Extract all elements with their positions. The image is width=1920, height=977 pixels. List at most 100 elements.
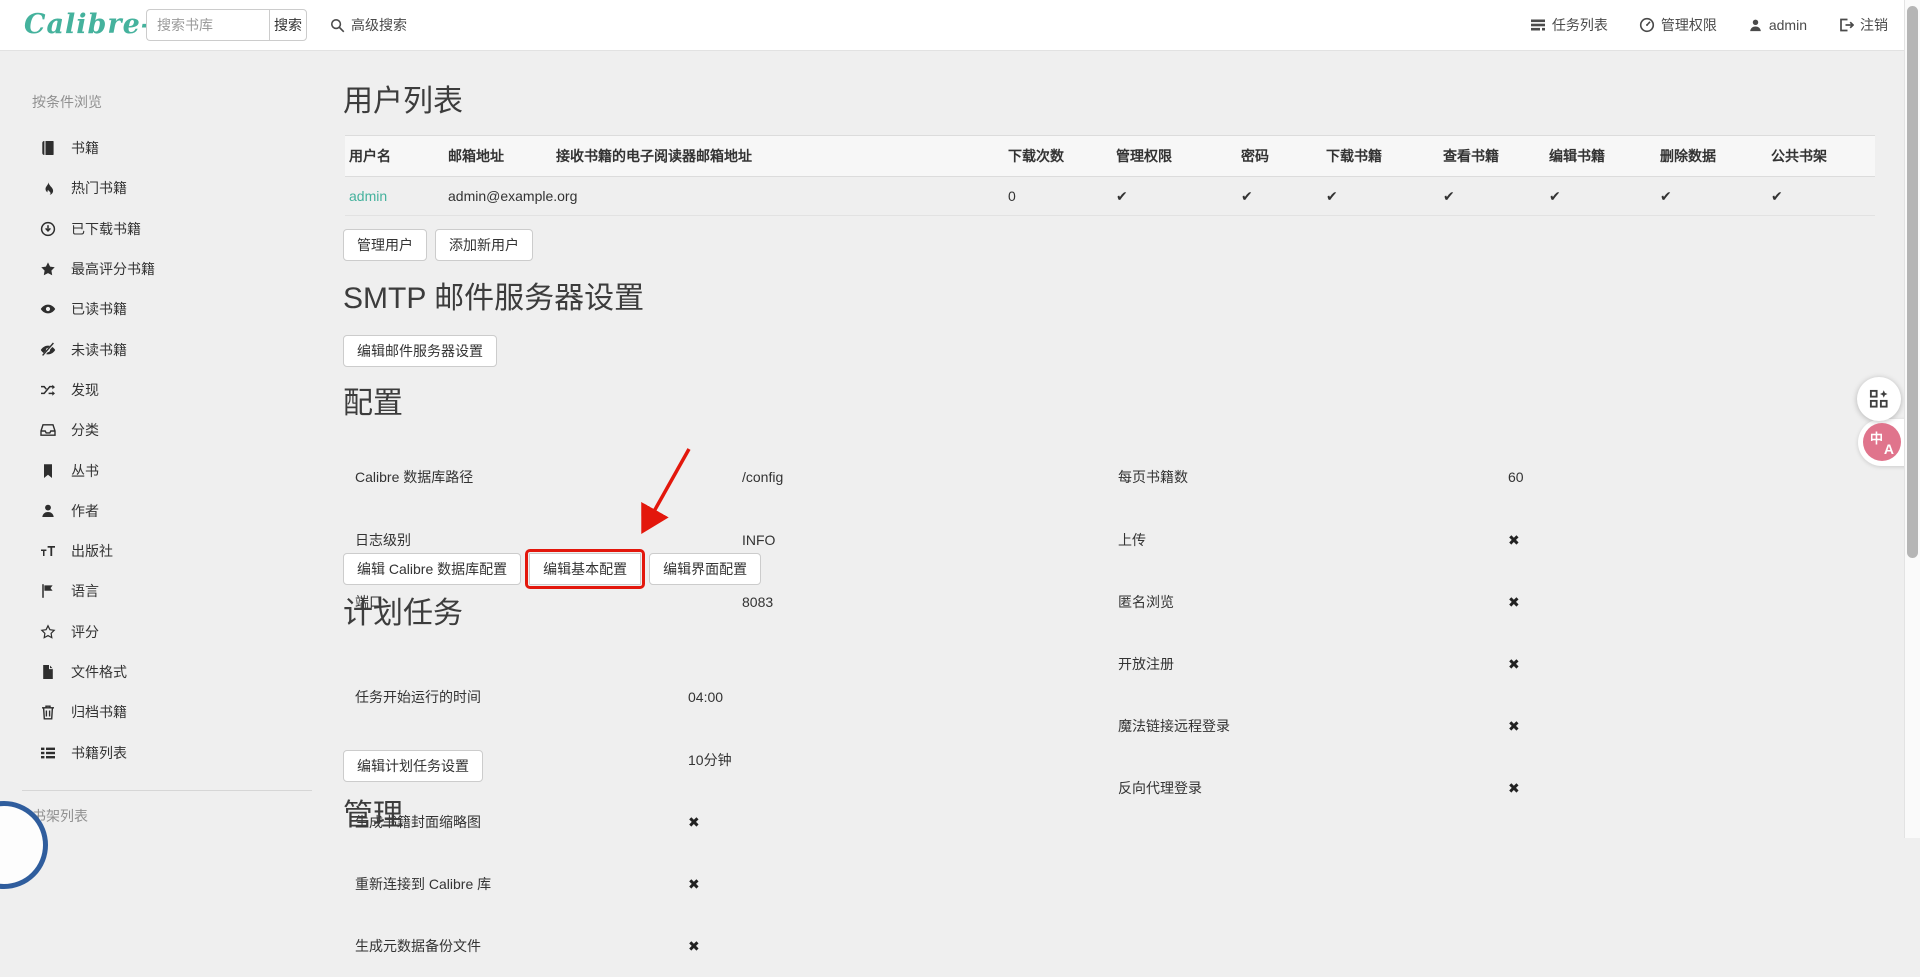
sidebar-item-ratings[interactable]: 评分 [0, 612, 312, 652]
config-right-values: 60 ✖ ✖ ✖ ✖ ✖ [1508, 426, 1524, 819]
sidebar-item-top-rated[interactable]: 最高评分书籍 [0, 249, 312, 289]
eye-icon [40, 301, 56, 317]
cell-downloads: 0 [1004, 177, 1112, 216]
check-public-shelf: ✔ [1767, 177, 1875, 216]
config-title: 配置 [343, 388, 403, 420]
col-downloads: 下载次数 [1004, 136, 1112, 177]
col-username: 用户名 [345, 136, 444, 177]
file-icon [40, 664, 56, 680]
user-link-admin[interactable]: admin [349, 188, 387, 204]
sidebar-item-hot-books[interactable]: 热门书籍 [0, 168, 312, 208]
edit-calibre-db-button[interactable]: 编辑 Calibre 数据库配置 [343, 553, 521, 585]
search-input[interactable] [146, 9, 270, 41]
sidebar-item-book-list[interactable]: 书籍列表 [0, 732, 312, 772]
col-download-books: 下载书籍 [1322, 136, 1439, 177]
edit-schedule-button[interactable]: 编辑计划任务设置 [343, 750, 483, 782]
sidebar-browse-header: 按条件浏览 [32, 92, 102, 112]
schedule-buttons-row: 编辑计划任务设置 [343, 750, 483, 782]
col-kindle-email: 接收书籍的电子阅读器邮箱地址 [552, 136, 1004, 177]
sidebar-item-publishers[interactable]: 出版社 [0, 531, 312, 571]
sidebar-item-authors[interactable]: 作者 [0, 491, 312, 531]
col-public-shelf: 公共书架 [1767, 136, 1875, 177]
advanced-search-link[interactable]: 高级搜索 [330, 0, 407, 50]
translate-button[interactable]: 中 A [1863, 423, 1901, 461]
sidebar-item-archived-books[interactable]: 归档书籍 [0, 692, 312, 732]
user-icon [40, 503, 56, 519]
user-table-header-row: 用户名 邮箱地址 接收书籍的电子阅读器邮箱地址 下载次数 管理权限 密码 下载书… [345, 136, 1875, 177]
sidebar-item-categories[interactable]: 分类 [0, 410, 312, 450]
edit-ui-config-button[interactable]: 编辑界面配置 [649, 553, 761, 585]
fire-icon [40, 180, 56, 196]
eye-slash-icon [40, 342, 56, 358]
sidebar-item-unread-books[interactable]: 未读书籍 [0, 329, 312, 369]
edit-basic-config-button[interactable]: 编辑基本配置 [529, 553, 641, 585]
shuffle-icon [40, 382, 56, 398]
extension-grid-button[interactable] [1857, 377, 1901, 421]
check-admin: ✔ [1112, 177, 1237, 216]
search-icon [330, 18, 345, 33]
smtp-buttons-row: 编辑邮件服务器设置 [343, 335, 497, 367]
cell-email: admin@example.org [444, 177, 552, 216]
flag-icon [40, 583, 56, 599]
gauge-icon [1639, 17, 1655, 33]
col-admin: 管理权限 [1112, 136, 1237, 177]
col-email: 邮箱地址 [444, 136, 552, 177]
sidebar-item-books[interactable]: 书籍 [0, 128, 312, 168]
config-db-path: /config [742, 467, 783, 488]
logout-icon [1838, 17, 1854, 33]
user-icon [1748, 18, 1763, 33]
schedule-title: 计划任务 [343, 598, 463, 630]
config-reverse-proxy: ✖ [1508, 778, 1524, 799]
star-outline-icon [40, 624, 56, 640]
check-password: ✔ [1237, 177, 1322, 216]
config-buttons-row: 编辑 Calibre 数据库配置 编辑基本配置 编辑界面配置 [343, 553, 761, 585]
scrollbar-thumb[interactable] [1907, 6, 1918, 558]
user-list-title: 用户列表 [343, 86, 463, 118]
current-user-link[interactable]: admin [1748, 17, 1807, 33]
scrollbar-track [1904, 0, 1920, 838]
navbar-right: 任务列表 管理权限 admin 注销 [1530, 0, 1888, 50]
user-table: 用户名 邮箱地址 接收书籍的电子阅读器邮箱地址 下载次数 管理权限 密码 下载书… [345, 135, 1875, 216]
inbox-icon [40, 422, 56, 438]
sidebar-item-languages[interactable]: 语言 [0, 571, 312, 611]
user-buttons-row: 管理用户 添加新用户 [343, 229, 533, 261]
manage-users-button[interactable]: 管理用户 [343, 229, 427, 261]
config-books-per-page: 60 [1508, 467, 1524, 488]
sidebar-item-series[interactable]: 丛书 [0, 450, 312, 490]
check-view: ✔ [1439, 177, 1545, 216]
translate-icon: 中 [1870, 428, 1883, 447]
logout-link[interactable]: 注销 [1838, 15, 1888, 35]
username-label: admin [1769, 17, 1807, 33]
config-log-level: INFO [742, 530, 783, 551]
star-icon [40, 261, 56, 277]
tasks-label: 任务列表 [1552, 15, 1608, 35]
sidebar-item-discover[interactable]: 发现 [0, 370, 312, 410]
book-icon [40, 140, 56, 156]
check-delete: ✔ [1656, 177, 1767, 216]
sidebar-item-file-formats[interactable]: 文件格式 [0, 652, 312, 692]
config-upload: ✖ [1508, 530, 1524, 551]
schedule-metadata-backup: ✖ [688, 936, 732, 957]
config-port: 8083 [742, 592, 783, 613]
config-right-labels: 每页书籍数 上传 匿名浏览 开放注册 魔法链接远程登录 反向代理登录 [1118, 426, 1230, 819]
user-table-row: admin admin@example.org 0 ✔ ✔ ✔ ✔ ✔ ✔ ✔ [345, 177, 1875, 216]
sidebar-nav: 书籍 热门书籍 已下载书籍 最高评分书籍 已读书籍 未读书籍 发现 分类 丛书 … [0, 128, 312, 773]
schedule-reconnect: ✖ [688, 874, 732, 895]
trash-icon [40, 704, 56, 720]
edit-mail-server-button[interactable]: 编辑邮件服务器设置 [343, 335, 497, 367]
col-delete-data: 删除数据 [1656, 136, 1767, 177]
col-password: 密码 [1237, 136, 1322, 177]
config-public-reg: ✖ [1508, 654, 1524, 675]
add-user-button[interactable]: 添加新用户 [435, 229, 533, 261]
sidebar-item-downloaded-books[interactable]: 已下载书籍 [0, 209, 312, 249]
tasks-link[interactable]: 任务列表 [1530, 15, 1608, 35]
admin-permissions-link[interactable]: 管理权限 [1639, 15, 1717, 35]
bookmark-icon [40, 463, 56, 479]
smtp-title: SMTP 邮件服务器设置 [343, 283, 644, 315]
download-icon [40, 221, 56, 237]
grid-sparkle-icon [1869, 389, 1889, 409]
col-view-books: 查看书籍 [1439, 136, 1545, 177]
sidebar-item-read-books[interactable]: 已读书籍 [0, 289, 312, 329]
search-button[interactable]: 搜索 [269, 9, 307, 41]
schedule-values: 04:00 10分钟 ✖ ✖ ✖ [688, 646, 732, 977]
